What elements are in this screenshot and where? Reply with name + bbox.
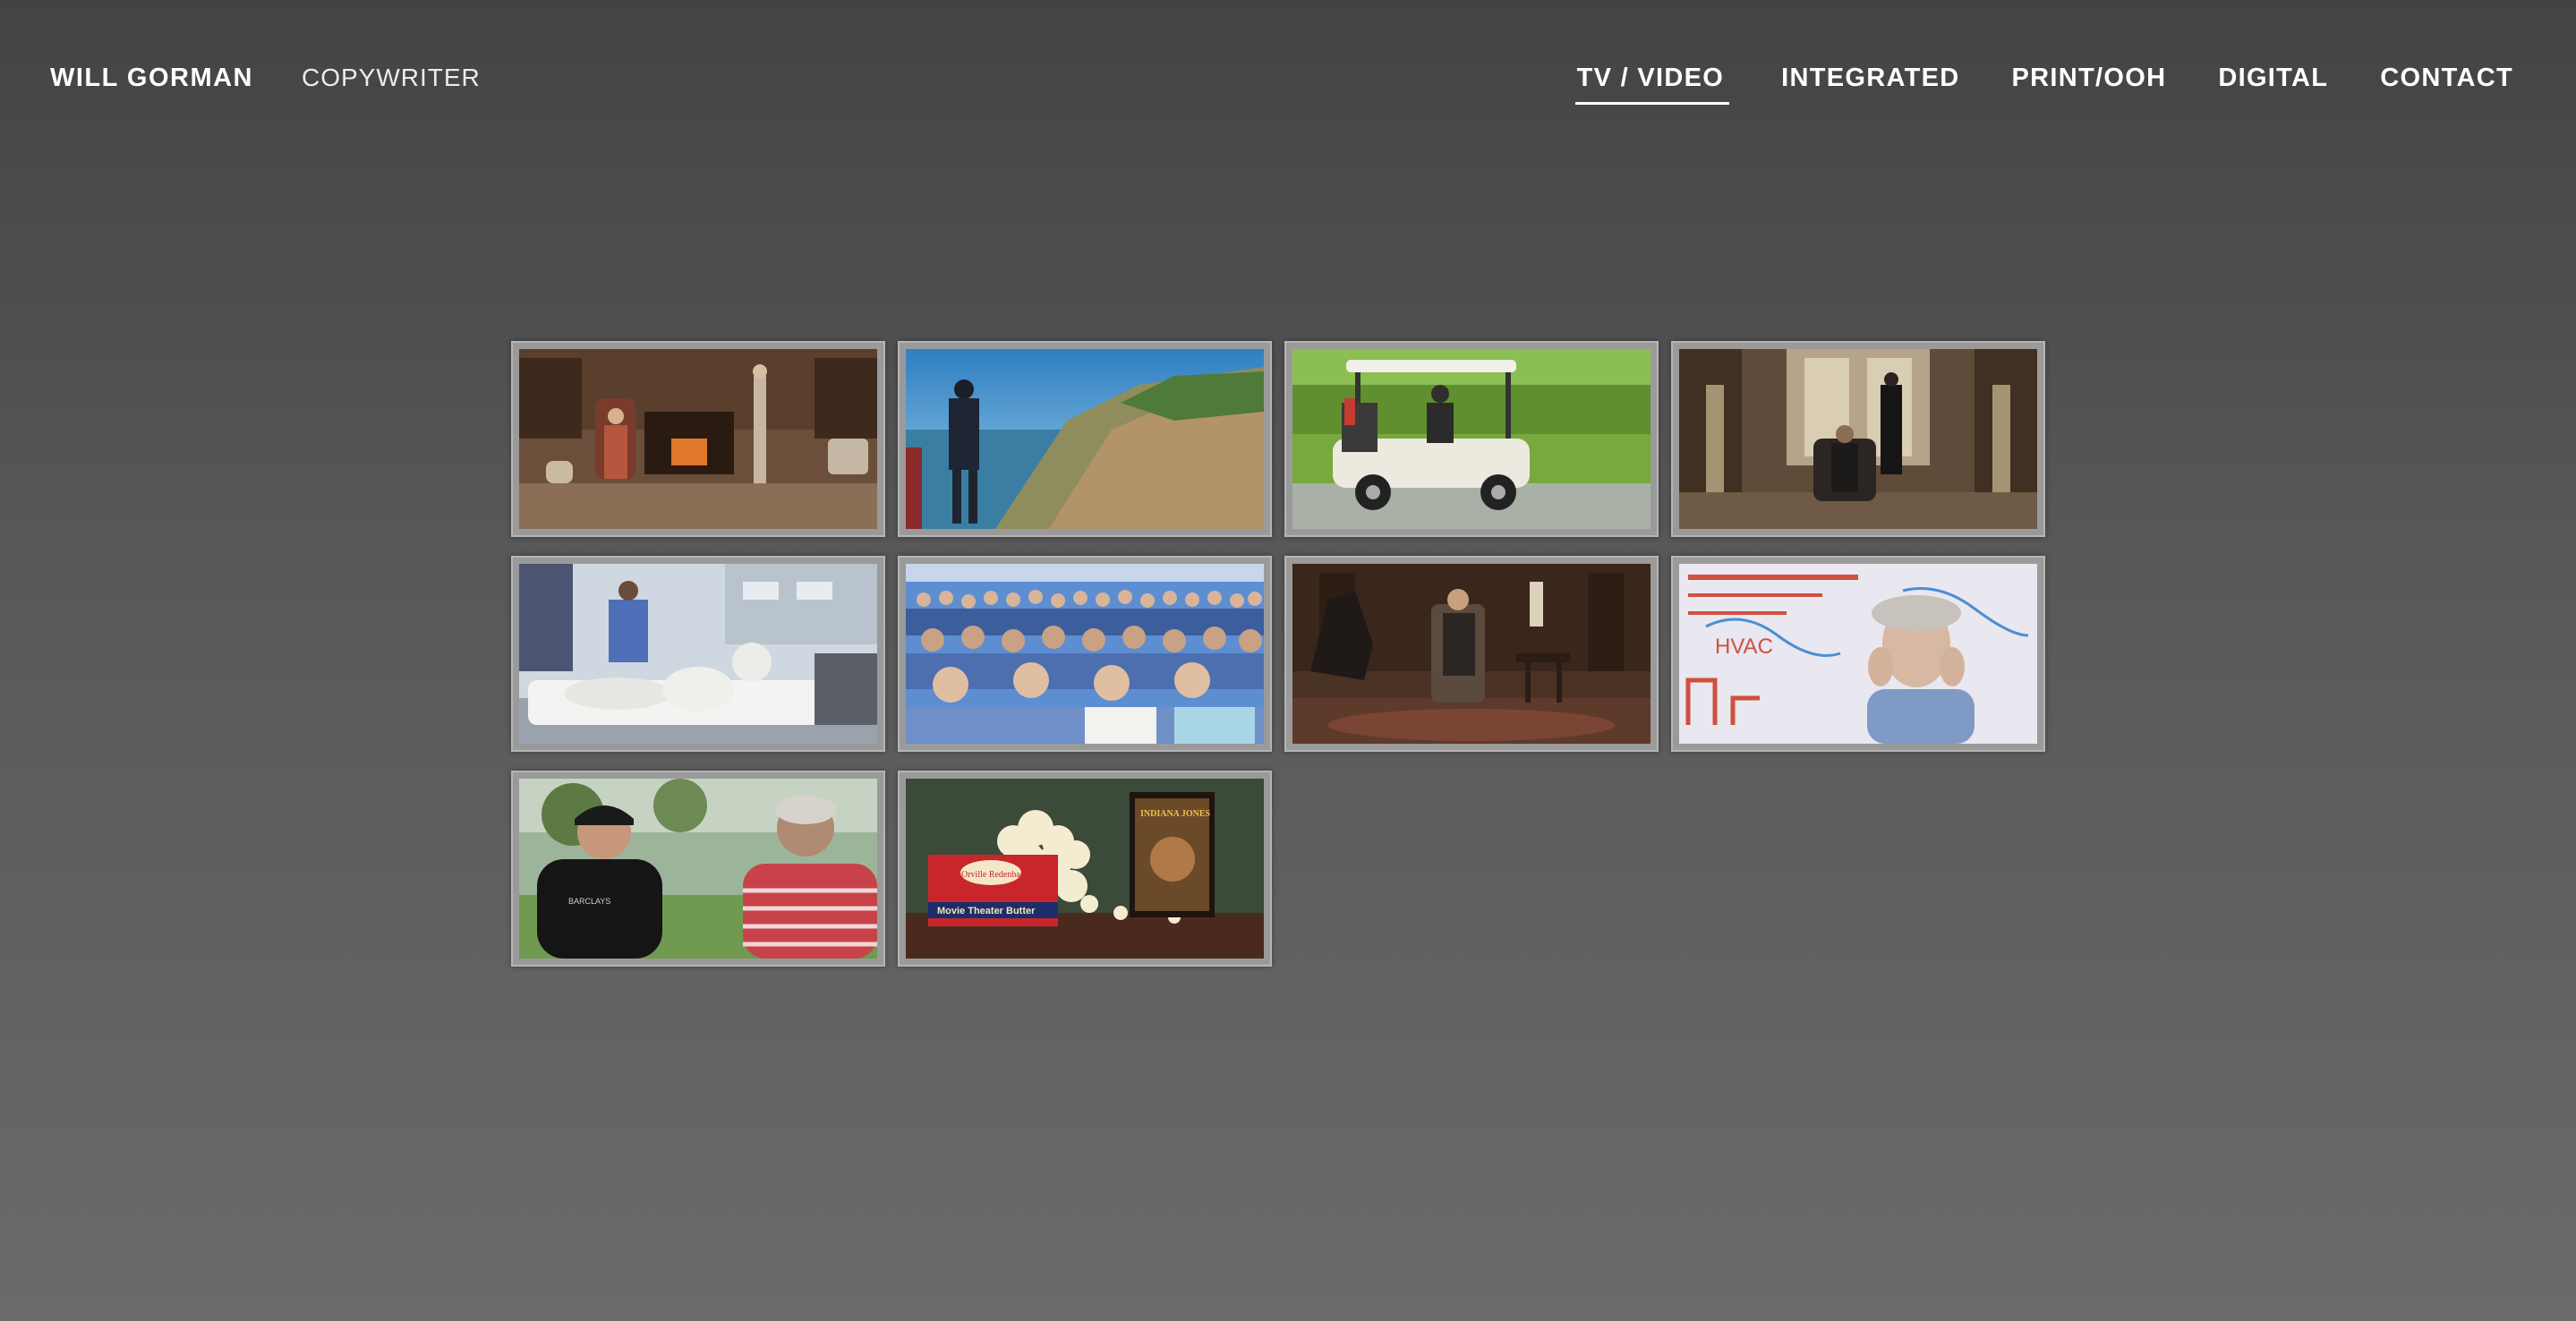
golfer-shirt-text: BARCLAYS	[568, 897, 610, 906]
video-thumbnail-golf-cart[interactable]	[1284, 341, 1659, 537]
whiteboard-scene-image: HVAC	[1679, 564, 2037, 744]
whiteboard-text: HVAC	[1715, 635, 1773, 659]
site-name[interactable]: WILL GORMAN	[50, 57, 253, 98]
nav-contact[interactable]: CONTACT	[2380, 57, 2513, 105]
video-thumbnail-golfer[interactable]: BARCLAYS	[511, 771, 885, 967]
hospital-scene-image	[519, 564, 877, 744]
dvd-title: INDIANA JONES	[1140, 809, 1211, 819]
video-thumbnail-manor[interactable]	[1284, 556, 1659, 752]
golf-cart-scene-image	[1292, 349, 1651, 529]
main-nav: TV / VIDEO INTEGRATED PRINT/OOH DIGITAL …	[1574, 57, 2513, 105]
nav-integrated[interactable]: INTEGRATED	[1781, 57, 1959, 105]
site-header: WILL GORMAN COPYWRITER TV / VIDEO INTEGR…	[0, 0, 2576, 158]
site-role: COPYWRITER	[302, 64, 481, 91]
fireplace-scene-image	[519, 349, 877, 529]
video-thumbnail-whiteboard[interactable]: HVAC	[1671, 556, 2045, 752]
golfer-scene-image: BARCLAYS	[519, 779, 877, 959]
nav-digital[interactable]: DIGITAL	[2218, 57, 2328, 105]
nav-tv-video[interactable]: TV / VIDEO	[1574, 57, 1730, 105]
nav-print-ooh[interactable]: PRINT/OOH	[2012, 57, 2167, 105]
crowd-scene-image	[906, 564, 1264, 744]
ornate-room-scene-image	[1679, 349, 2037, 529]
video-thumbnail-ornate-room[interactable]	[1671, 341, 2045, 537]
video-thumbnail-hospital[interactable]	[511, 556, 885, 752]
video-thumbnail-crowd[interactable]	[898, 556, 1272, 752]
video-thumbnail-grid: HVAC BARCLAYS Orville Redenbacher's Movi…	[511, 341, 2045, 967]
video-thumbnail-fireplace[interactable]	[511, 341, 885, 537]
cliff-scene-image	[906, 349, 1264, 529]
popcorn-box-brand: Orville Redenbacher's	[961, 870, 1041, 880]
popcorn-scene-image: Orville Redenbacher's Movie Theater Butt…	[906, 779, 1264, 959]
manor-scene-image	[1292, 564, 1651, 744]
popcorn-box-label: Movie Theater Butter	[937, 906, 1036, 916]
video-thumbnail-popcorn[interactable]: Orville Redenbacher's Movie Theater Butt…	[898, 771, 1272, 967]
video-thumbnail-coastal-cliff[interactable]	[898, 341, 1272, 537]
